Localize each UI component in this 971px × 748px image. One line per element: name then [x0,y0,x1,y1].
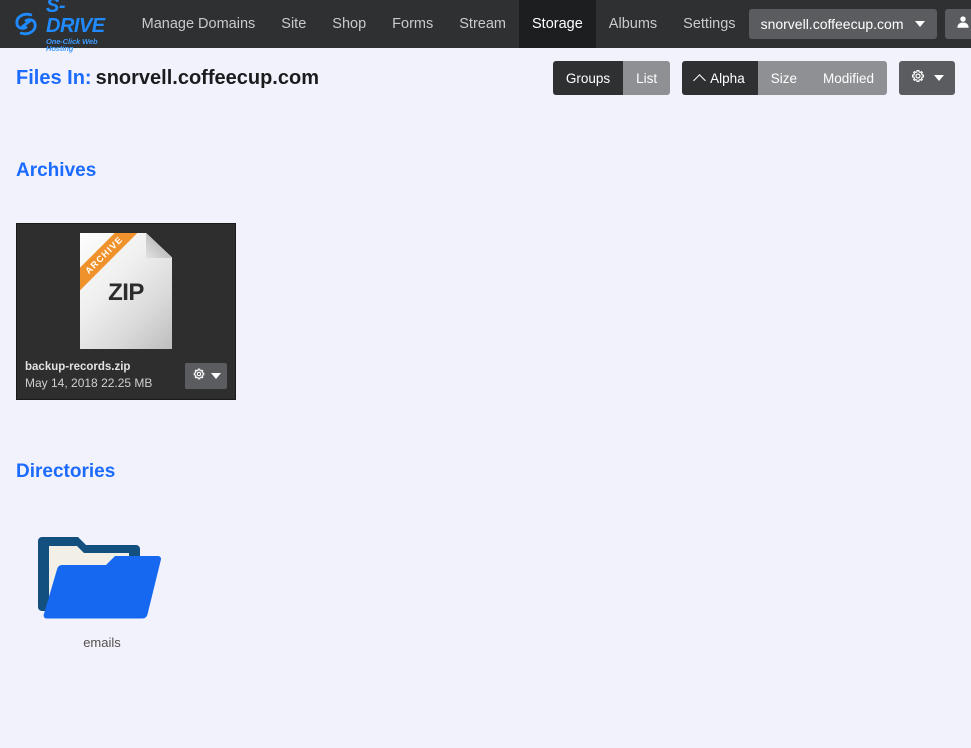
nav-item-forms[interactable]: Forms [379,0,446,48]
nav-item-shop[interactable]: Shop [319,0,379,48]
chevron-down-icon [914,21,925,27]
file-name: backup-records.zip [25,361,131,373]
nav-item-storage[interactable]: Storage [519,0,596,48]
file-type-label: ZIP [108,279,144,306]
view-mode-list-button[interactable]: List [623,61,671,95]
folder-item[interactable]: emails [38,527,162,650]
archives-section-title: Archives [16,160,97,181]
top-navbar: S-DRIVE One-Click Web Hosting Manage Dom… [0,0,971,52]
chevron-down-icon [934,75,944,81]
gear-icon [910,68,926,89]
s-drive-logo-icon [12,10,40,38]
view-mode-group: Groups List [552,61,671,95]
sort-size-button[interactable]: Size [757,61,810,95]
zip-file-icon: ZIP ARCHIVE [80,233,172,349]
archives-section: Archives ZIP ARCHIVE backup-records.zip … [16,160,955,400]
page-title-location: snorvell.coffeecup.com [95,66,319,89]
domain-selector-value: snorvell.coffeecup.com [760,16,904,32]
chevron-down-icon [210,373,221,379]
toolbar: Groups List Alpha Size Modified [552,61,955,95]
page-header: Files In: snorvell.coffeecup.com Groups L… [16,48,955,108]
nav-item-site[interactable]: Site [268,0,319,48]
toolbar-settings-button[interactable] [899,61,955,95]
brand-logo[interactable]: S-DRIVE One-Click Web Hosting [0,0,115,52]
user-icon [956,15,970,34]
directories-section: Directories emails [16,461,955,650]
file-thumbnail[interactable]: ZIP ARCHIVE [17,233,235,355]
user-menu-button[interactable] [944,9,971,39]
brand-title: S-DRIVE [46,0,105,37]
page-title: Files In: snorvell.coffeecup.com [16,67,319,90]
file-actions-button[interactable] [185,363,227,389]
folder-name: emails [83,635,121,650]
nav-item-albums[interactable]: Albums [596,0,670,48]
file-size: 22.25 MB [101,376,153,390]
file-date: May 14, 2018 [25,376,98,390]
nav-item-manage-domains[interactable]: Manage Domains [129,0,269,48]
sort-modified-button[interactable]: Modified [809,61,887,95]
nav-item-stream[interactable]: Stream [446,0,519,48]
sort-mode-group: Alpha Size Modified [682,61,887,95]
page-title-label: Files In: [16,66,92,89]
gear-icon [192,367,206,386]
chevron-up-icon [693,73,707,87]
nav-item-settings[interactable]: Settings [670,0,748,48]
domain-selector[interactable]: snorvell.coffeecup.com [748,9,937,39]
directories-grid: emails [16,527,955,650]
file-card-meta: backup-records.zip May 14, 2018 22.25 MB [17,355,235,399]
file-card[interactable]: ZIP ARCHIVE backup-records.zip May 14, 2… [16,223,236,400]
folder-icon [38,527,166,625]
nav-items: Manage Domains Site Shop Forms Stream St… [129,0,749,48]
sort-alpha-label: Alpha [710,70,745,86]
sort-alpha-button[interactable]: Alpha [682,61,758,95]
navbar-right: snorvell.coffeecup.com [748,0,971,48]
archives-file-grid: ZIP ARCHIVE backup-records.zip May 14, 2… [16,223,955,400]
view-mode-groups-button[interactable]: Groups [552,61,624,95]
directories-section-title: Directories [16,461,116,482]
